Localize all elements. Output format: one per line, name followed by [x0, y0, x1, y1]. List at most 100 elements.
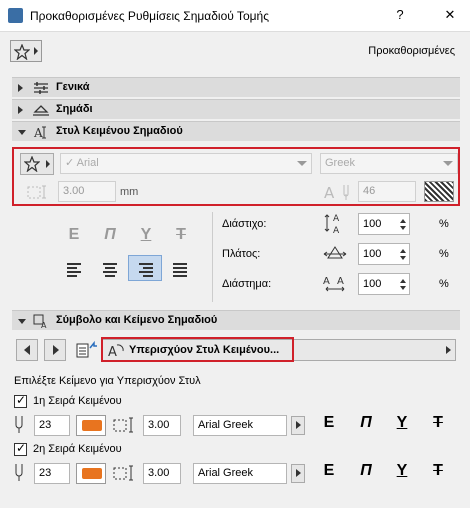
svg-text:A: A [333, 226, 340, 234]
row2-italic-button[interactable]: Π [355, 462, 377, 480]
font-select[interactable]: ✓ Arial [60, 153, 312, 174]
arrow-right-icon [446, 346, 451, 354]
favorites-arrow-icon [46, 160, 50, 168]
underline-style-button[interactable]: Y [135, 226, 157, 244]
expand-arrow-icon [18, 106, 23, 114]
italic-style-button[interactable]: Π [99, 226, 121, 244]
spin-up-icon[interactable] [400, 219, 406, 223]
section-text-style[interactable]: A Στυλ Κειμένου Σημαδιού [12, 121, 460, 141]
text-size-icon [113, 417, 133, 433]
collapse-arrow-icon [18, 319, 26, 324]
row1-label: 1η Σειρά Κειμένου [33, 395, 122, 407]
row2-label: 2η Σειρά Κειμένου [33, 443, 122, 455]
row2-strike-button[interactable]: T [427, 462, 449, 480]
bold-style-button[interactable]: E [63, 226, 85, 244]
strikethrough-style-button[interactable]: T [170, 226, 192, 244]
svg-text:A: A [324, 184, 335, 201]
align-left-button[interactable] [62, 257, 86, 279]
row2-underline-button[interactable]: Y [391, 462, 413, 480]
spin-up-icon[interactable] [400, 279, 406, 283]
align-justify-button[interactable] [168, 257, 192, 279]
spin-down-icon[interactable] [400, 256, 406, 260]
override-style-button[interactable]: A Υπερισχύον Στυλ Κειμένου... [101, 337, 294, 362]
width-label: Πλάτος: [222, 248, 261, 260]
section-marker[interactable]: Σημάδι [12, 99, 460, 119]
previous-button[interactable] [16, 339, 38, 361]
row1-strike-button[interactable]: T [427, 414, 449, 432]
char-spacing-input[interactable]: 100 [358, 273, 410, 295]
pen-icon [15, 464, 23, 481]
row1-bold-button[interactable]: E [318, 414, 340, 432]
percent-label: % [439, 248, 449, 260]
section-text-style-label: Στυλ Κειμένου Σημαδιού [56, 125, 183, 137]
row2-size-input[interactable]: 3.00 [143, 463, 181, 484]
page-pick-icon[interactable] [74, 339, 98, 361]
favorites-button[interactable] [10, 40, 42, 62]
help-button[interactable]: ? [390, 6, 410, 24]
override-style-label: Υπερισχύον Στυλ Κειμένου... [129, 344, 280, 356]
row1-size-input[interactable]: 3.00 [143, 415, 181, 436]
text-size-icon [27, 185, 46, 199]
size-unit-label: mm [120, 186, 139, 198]
row1-pen-input[interactable]: 23 [34, 415, 70, 436]
section-general[interactable]: Γενικά [12, 77, 460, 97]
row2-pen-input[interactable]: 23 [34, 463, 70, 484]
row1-font-menu-button[interactable] [291, 416, 305, 435]
pen-number-input[interactable]: 46 [358, 181, 416, 202]
divider [212, 212, 213, 302]
percent-label: % [439, 218, 449, 230]
row1-underline-button[interactable]: Y [391, 414, 413, 432]
defaults-label: Προκαθορισμένες [368, 45, 455, 57]
spin-up-icon[interactable] [400, 249, 406, 253]
svg-text:A: A [333, 214, 340, 224]
close-button[interactable]: ✕ [440, 6, 460, 24]
width-icon [323, 246, 347, 259]
spin-down-icon[interactable] [400, 226, 406, 230]
row2-bold-button[interactable]: E [318, 462, 340, 480]
spacing-label: Διάστημα: [222, 278, 272, 290]
section-marker-label: Σημάδι [56, 103, 93, 115]
svg-text:A: A [41, 321, 47, 329]
font-favorites-button[interactable] [20, 153, 54, 175]
row1-font-select[interactable]: Arial Greek [193, 415, 287, 436]
line-spacing-value: 100 [363, 218, 382, 230]
pen-icon [15, 416, 23, 433]
row1-checkbox[interactable]: ✓ [14, 393, 27, 408]
general-settings-icon [34, 82, 48, 94]
row2-font-menu-button[interactable] [291, 464, 305, 483]
row1-pen-swatch[interactable] [76, 415, 106, 436]
row2-font-select[interactable]: Arial Greek [193, 463, 287, 484]
svg-text:A: A [33, 126, 43, 140]
row2-checkbox[interactable]: ✓ [14, 441, 27, 456]
line-spacing-icon: AA [324, 214, 340, 234]
line-spacing-input[interactable]: 100 [358, 213, 410, 235]
script-select[interactable]: Greek [320, 153, 458, 174]
width-value: 100 [363, 248, 382, 260]
favorites-arrow-icon [34, 47, 38, 55]
spin-down-icon[interactable] [400, 286, 406, 290]
pen-icon: A [324, 184, 349, 201]
collapse-arrow-icon [18, 130, 26, 135]
row2-pen-swatch[interactable] [76, 463, 106, 484]
arrow-left-icon [24, 345, 30, 355]
star-icon [14, 44, 30, 60]
pen-color-swatch[interactable] [424, 181, 454, 202]
app-icon [8, 8, 23, 23]
align-right-button[interactable] [128, 255, 162, 281]
align-center-button[interactable] [98, 257, 122, 279]
section-symbol-text-label: Σύμβολο και Κείμενο Σημαδιού [56, 314, 218, 326]
font-value: Arial [76, 157, 99, 169]
title-bar: Προκαθορισμένες Ρυθμίσεις Σημαδιού Τομής… [0, 0, 470, 32]
char-spacing-value: 100 [363, 278, 382, 290]
row1-italic-button[interactable]: Π [355, 414, 377, 432]
arrow-right-icon [296, 469, 301, 477]
window-title: Προκαθορισμένες Ρυθμίσεις Σημαδιού Τομής [30, 9, 269, 23]
text-size-input[interactable]: 3.00 [58, 181, 116, 202]
width-input[interactable]: 100 [358, 243, 410, 265]
next-button[interactable] [44, 339, 66, 361]
symbol-text-icon: A [33, 314, 47, 329]
section-symbol-text[interactable]: A Σύμβολο και Κείμενο Σημαδιού [12, 310, 460, 330]
svg-text:A: A [108, 345, 117, 359]
expand-arrow-icon [18, 84, 23, 92]
percent-label: % [439, 278, 449, 290]
